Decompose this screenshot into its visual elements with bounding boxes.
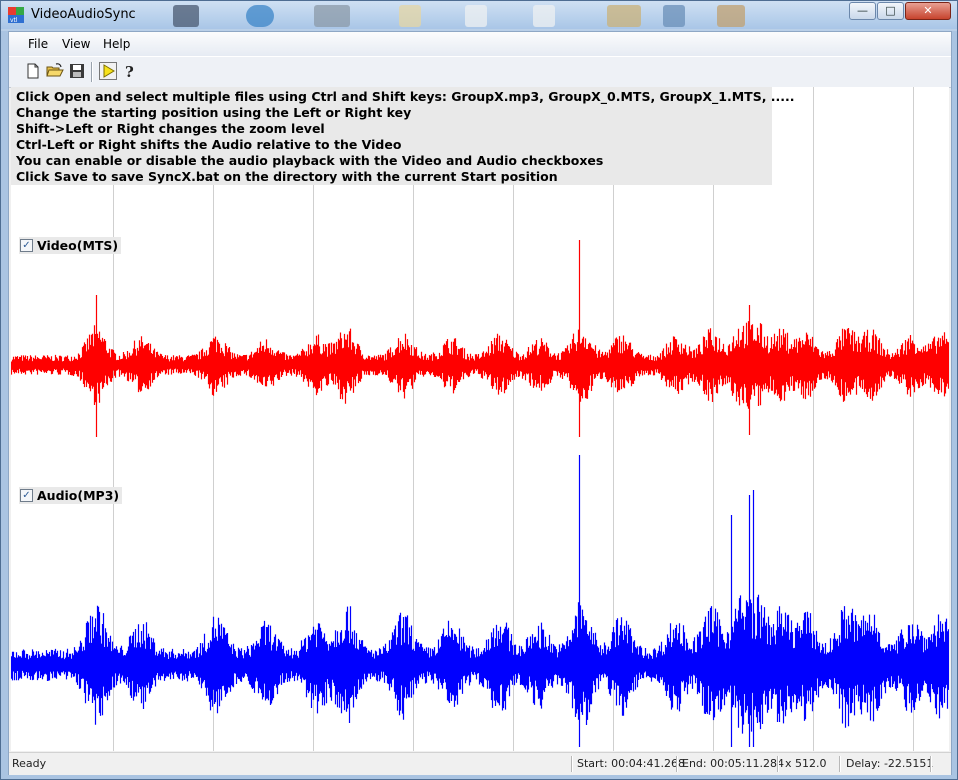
desktop-fragment [173,5,199,27]
status-divider [777,756,779,772]
menu-view[interactable]: View [62,37,90,51]
waveform-path [11,240,949,437]
desktop-fragment [533,5,555,27]
status-divider [839,756,841,772]
status-divider [571,756,573,772]
desktop-fragment [246,5,274,27]
status-divider [930,756,932,772]
video-track-toggle[interactable]: ✓ Video(MTS) [19,237,122,254]
audio-waveform [11,455,949,747]
status-end: End: 00:05:11.284 [682,757,785,770]
status-bar: Ready Start: 00:04:41.268 End: 00:05:11.… [9,752,951,775]
video-track-label: Video(MTS) [37,238,119,253]
title-bar[interactable]: vtl VideoAudioSync — □ ✕ [1,1,957,29]
waveform-canvas[interactable]: Click Open and select multiple files usi… [11,87,949,751]
app-window: vtl VideoAudioSync — □ ✕ File View Help [0,0,958,780]
desktop-fragment [607,5,641,27]
desktop-fragment [717,5,745,27]
video-checkbox[interactable]: ✓ [20,239,33,252]
minimize-button[interactable]: — [849,2,876,20]
help-line: Ctrl-Left or Right shifts the Audio rela… [16,137,402,152]
client-area: File View Help ? Click Open and select m… [8,31,952,775]
help-panel: Click Open and select multiple files usi… [11,87,795,185]
save-icon[interactable] [68,62,86,80]
maximize-button[interactable]: □ [877,2,904,20]
waveform-path [11,455,949,747]
desktop-fragment [314,5,350,27]
menu-file[interactable]: File [28,37,48,51]
toolbar: ? [9,56,951,88]
audio-track-label: Audio(MP3) [37,488,120,503]
menu-help[interactable]: Help [103,37,130,51]
app-icon: vtl [8,7,24,23]
status-start: Start: 00:04:41.268 [577,757,685,770]
help-line: You can enable or disable the audio play… [16,153,604,168]
svg-text:?: ? [125,63,134,80]
help-line: Click Open and select multiple files usi… [16,89,795,104]
new-file-icon[interactable] [24,62,42,80]
toolbar-separator [91,62,93,82]
window-title: VideoAudioSync [31,7,136,22]
audio-checkbox[interactable]: ✓ [20,489,33,502]
svg-text:vtl: vtl [10,17,18,23]
status-delay: Delay: -22.5151 [846,757,934,770]
desktop-fragment [663,5,685,27]
help-line: Change the starting position using the L… [16,105,412,120]
open-folder-icon[interactable] [46,62,64,80]
menu-bar: File View Help [9,32,951,56]
play-icon[interactable] [99,62,117,80]
desktop-fragment [399,5,421,27]
desktop-fragment [465,5,487,27]
close-button[interactable]: ✕ [905,2,951,20]
help-line: Click Save to save SyncX.bat on the dire… [16,169,558,184]
help-icon[interactable]: ? [121,62,139,80]
help-line: Shift->Left or Right changes the zoom le… [16,121,325,136]
status-zoom: x 512.0 [785,757,827,770]
status-divider [676,756,678,772]
audio-track-toggle[interactable]: ✓ Audio(MP3) [19,487,123,504]
video-waveform [11,240,949,437]
status-ready: Ready [12,757,47,770]
